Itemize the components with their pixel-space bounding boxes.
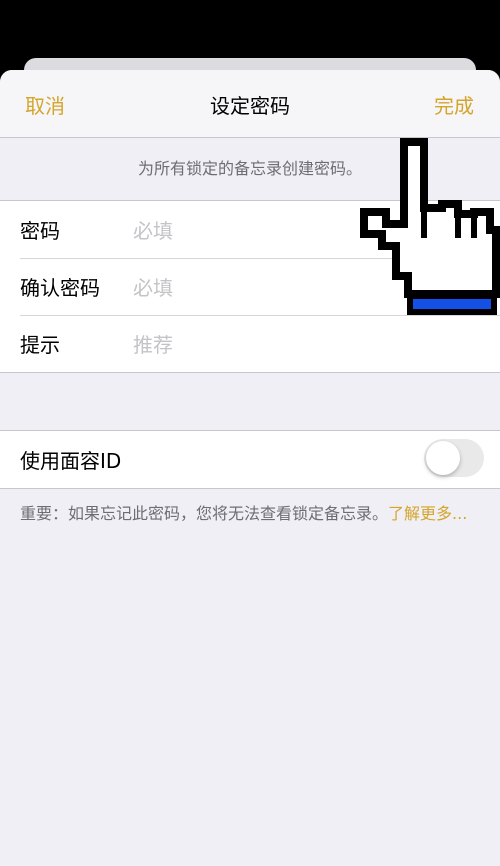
confirm-password-field[interactable]: 必填 xyxy=(133,272,173,301)
navigation-bar: 取消 设定密码 完成 xyxy=(0,70,500,138)
footer-text: 重要：如果忘记此密码，您将无法查看锁定备忘录。 xyxy=(20,504,389,523)
password-field[interactable]: 必填 xyxy=(133,215,173,244)
footer-note: 重要：如果忘记此密码，您将无法查看锁定备忘录。了解更多... xyxy=(0,489,500,526)
pointing-hand-icon xyxy=(360,138,500,315)
face-id-row: 使用面容ID xyxy=(0,431,500,488)
learn-more-link[interactable]: 了解更多... xyxy=(388,504,467,523)
face-id-label: 使用面容ID xyxy=(20,449,122,473)
confirm-password-label: 确认密码 xyxy=(20,276,100,300)
page-title: 设定密码 xyxy=(210,94,290,118)
done-button[interactable]: 完成 xyxy=(434,90,474,119)
toggle-knob xyxy=(426,441,460,475)
hint-field[interactable]: 推荐 xyxy=(133,329,173,358)
face-id-group: 使用面容ID xyxy=(0,430,500,489)
face-id-toggle[interactable] xyxy=(424,439,484,477)
hint-label: 提示 xyxy=(20,333,60,357)
password-label: 密码 xyxy=(20,219,60,243)
